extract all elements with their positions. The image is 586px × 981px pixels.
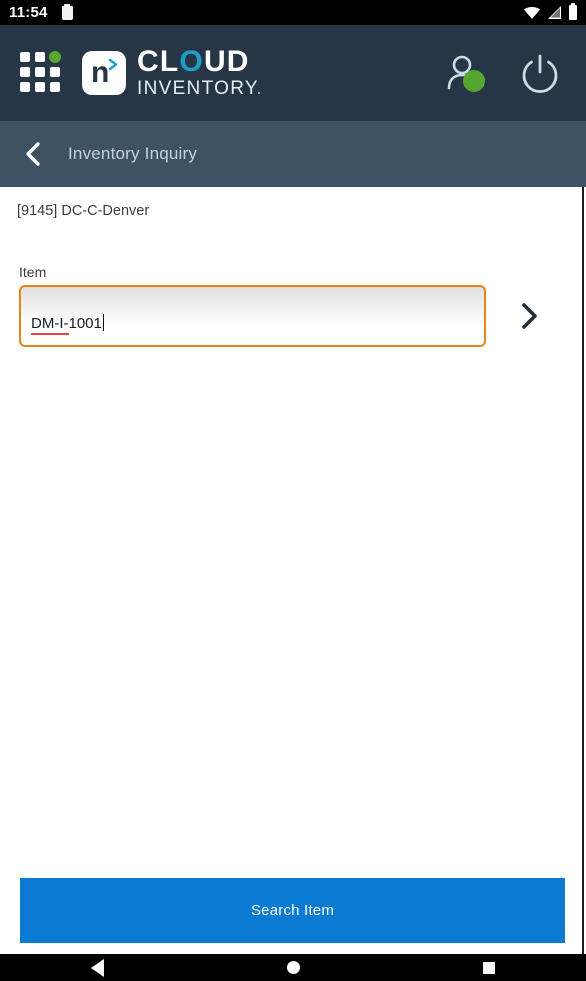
- grid-menu-icon[interactable]: [20, 51, 62, 94]
- status-bar-system-icons: [524, 2, 577, 20]
- search-item-button[interactable]: Search Item: [20, 878, 565, 943]
- grid-cell: [20, 82, 30, 92]
- status-bar-clock: 11:54: [9, 4, 48, 21]
- item-field-label: Item: [19, 264, 47, 280]
- logo-mark-icon: n: [82, 51, 126, 95]
- clipboard-icon: [61, 3, 73, 20]
- brand-inventory-text: INVENTORY: [137, 78, 257, 99]
- item-input-text: DM-I-1001: [31, 315, 102, 332]
- main-content: [9145] DC-C-Denver Item DM-I-1001 Search…: [0, 187, 584, 954]
- brand-inventory-dot: .: [256, 78, 264, 99]
- back-chevron-icon[interactable]: [21, 141, 47, 167]
- page-title: Inventory Inquiry: [68, 144, 198, 163]
- grid-cell: [35, 82, 45, 92]
- brand-wordmark: CLOUD INVENTORY.: [137, 47, 263, 99]
- grid-status-dot: [49, 51, 61, 63]
- location-label: [9145] DC-C-Denver: [17, 203, 150, 219]
- brand-cloud-o: O: [179, 45, 204, 78]
- spellcheck-underline: [31, 333, 69, 335]
- header-actions: [442, 50, 566, 96]
- grid-cell: [50, 67, 60, 77]
- nav-back-icon[interactable]: [91, 958, 105, 977]
- logo-letter: n: [91, 56, 110, 89]
- grid-cell: [50, 82, 60, 92]
- status-bar: 11:54: [0, 0, 586, 25]
- status-bar-notifications: [61, 3, 73, 20]
- user-profile-icon[interactable]: [442, 50, 488, 96]
- screen-subheader: Inventory Inquiry: [0, 121, 586, 187]
- brand-line-inventory: INVENTORY.: [137, 79, 263, 99]
- app-header: n CLOUD INVENTORY.: [0, 25, 586, 121]
- brand-cloud-part2: UD: [203, 45, 250, 78]
- wifi-icon: [524, 6, 540, 19]
- battery-icon: [569, 2, 577, 20]
- brand-cloud-part1: CL: [137, 45, 180, 78]
- brand-line-cloud: CLOUD: [137, 47, 263, 77]
- grid-cell: [20, 67, 30, 77]
- android-nav-bar: [0, 954, 586, 981]
- chevron-right-icon[interactable]: [514, 301, 544, 331]
- nav-home-icon[interactable]: [286, 961, 300, 974]
- item-input-value: DM-I-1001: [31, 300, 105, 335]
- logo-chevron-icon: [108, 59, 118, 70]
- cellular-signal-icon: [548, 6, 561, 19]
- grid-cell: [20, 52, 30, 62]
- text-caret: [102, 314, 105, 331]
- item-input[interactable]: DM-I-1001: [19, 285, 486, 347]
- item-input-row: DM-I-1001: [19, 284, 564, 348]
- brand-logo[interactable]: n CLOUD INVENTORY.: [82, 47, 263, 99]
- nav-recents-icon[interactable]: [482, 961, 495, 974]
- app-root: 11:54 n CLOUD INVENTORY. Inventory Inqui…: [0, 0, 586, 981]
- grid-cell: [35, 67, 45, 77]
- power-logout-icon[interactable]: [518, 51, 562, 95]
- grid-cell: [35, 52, 45, 62]
